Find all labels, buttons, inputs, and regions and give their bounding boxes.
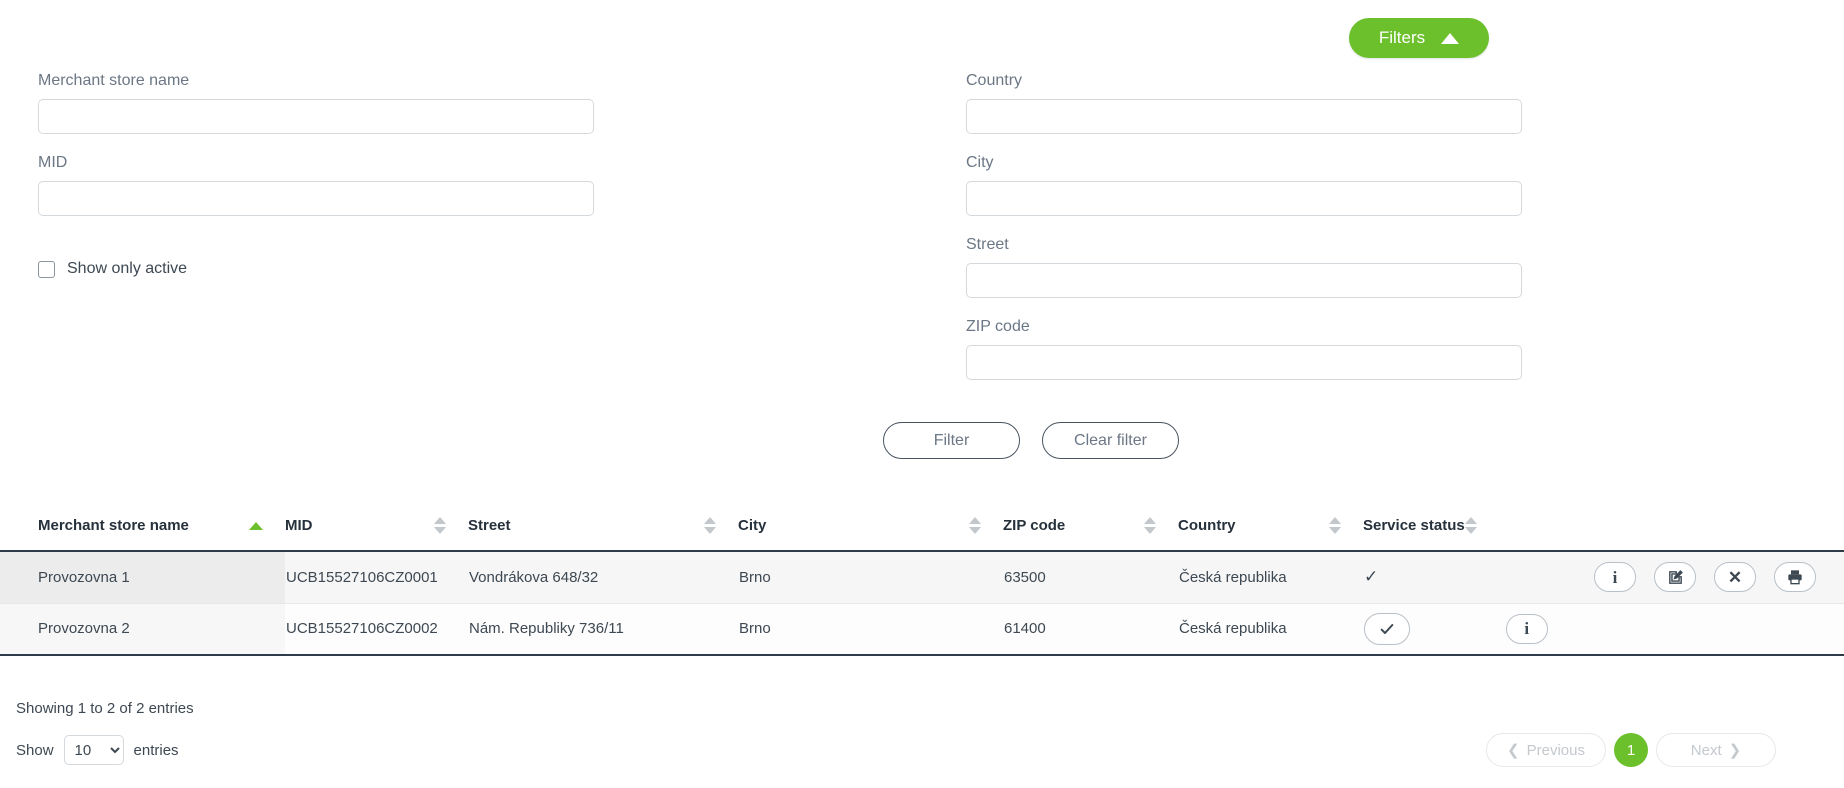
- cell-service-status: ✓: [1363, 551, 1499, 604]
- country-input[interactable]: [966, 99, 1522, 134]
- info-button[interactable]: i: [1594, 562, 1636, 593]
- sort-ascending-icon: [249, 521, 263, 530]
- column-label: City: [738, 517, 767, 534]
- cell-service-status: [1363, 603, 1499, 656]
- column-header-mid[interactable]: MID: [285, 505, 468, 552]
- column-header-service-status[interactable]: Service status: [1363, 505, 1499, 552]
- sort-none-icon: [1329, 517, 1341, 534]
- column-header-street[interactable]: Street: [468, 505, 738, 552]
- label-country: Country: [966, 72, 1023, 89]
- chevron-left-icon: ❮: [1507, 742, 1520, 759]
- label-street: Street: [966, 236, 1009, 253]
- info-icon: i: [1524, 619, 1530, 639]
- label-city: City: [966, 154, 994, 171]
- column-label: Country: [1178, 517, 1236, 534]
- cell-country: Česká republika: [1178, 551, 1363, 604]
- service-status-toggle-button[interactable]: [1364, 612, 1410, 645]
- cell-zip-code: 63500: [1003, 551, 1178, 604]
- label-zip-code: ZIP code: [966, 318, 1030, 335]
- row-action-buttons: i: [1500, 613, 1816, 644]
- merchant-stores-table: Merchant store name MID Street City ZIP …: [0, 505, 1844, 656]
- table-body: Provozovna 1 UCB15527106CZ0001 Vondrákov…: [0, 551, 1844, 656]
- cell-mid: UCB15527106CZ0001: [285, 551, 468, 604]
- chevron-right-icon: ❯: [1728, 742, 1742, 759]
- cell-street: Nám. Republiky 736/11: [468, 603, 738, 656]
- cell-merchant-store-name: Provozovna 2: [0, 603, 285, 656]
- street-input[interactable]: [966, 263, 1522, 298]
- sort-none-icon: [969, 517, 981, 534]
- cell-city: Brno: [738, 551, 1003, 604]
- sort-none-icon: [1144, 517, 1156, 534]
- entries-label: entries: [133, 741, 179, 759]
- next-label: Next: [1690, 741, 1722, 759]
- next-page-button[interactable]: Next ❯: [1656, 733, 1776, 767]
- city-input[interactable]: [966, 181, 1522, 216]
- column-header-zip-code[interactable]: ZIP code: [1003, 505, 1178, 552]
- delete-button[interactable]: ✕: [1714, 562, 1756, 593]
- field-street: Street: [966, 236, 1844, 298]
- cell-zip-code: 61400: [1003, 603, 1178, 656]
- column-header-country[interactable]: Country: [1178, 505, 1363, 552]
- cell-actions: i: [1498, 603, 1844, 656]
- field-zip-code: ZIP code: [966, 318, 1844, 380]
- showing-entries-text: Showing 1 to 2 of 2 entries: [16, 700, 194, 717]
- zip-code-input[interactable]: [966, 345, 1522, 380]
- sort-none-icon: [704, 517, 716, 534]
- filters-toggle-button[interactable]: Filters: [1349, 18, 1489, 58]
- info-icon: i: [1612, 567, 1618, 587]
- cell-actions: i ✕: [1498, 551, 1844, 604]
- sort-none-icon: [1464, 517, 1477, 534]
- footer-controls: Show 10 25 50 100 entries ❮ Previous 1 N…: [0, 733, 1844, 767]
- cell-city: Brno: [738, 603, 1003, 656]
- delete-icon: ✕: [1727, 567, 1743, 587]
- page-length-control: Show 10 25 50 100 entries: [16, 735, 179, 765]
- table-head: Merchant store name MID Street City ZIP …: [0, 505, 1844, 552]
- previous-label: Previous: [1526, 741, 1585, 759]
- column-header-merchant-store-name[interactable]: Merchant store name: [0, 505, 285, 552]
- column-header-city[interactable]: City: [738, 505, 1003, 552]
- cell-country: Česká republika: [1178, 603, 1363, 656]
- column-label: Service status: [1363, 517, 1465, 534]
- table-footer: Showing 1 to 2 of 2 entries Show 10 25 5…: [0, 700, 1844, 767]
- table-row: Provozovna 2 UCB15527106CZ0002 Nám. Repu…: [0, 603, 1844, 656]
- edit-button[interactable]: [1654, 562, 1696, 593]
- column-label: Merchant store name: [38, 517, 189, 534]
- clear-filter-button[interactable]: Clear filter: [1042, 422, 1179, 459]
- cell-street: Vondrákova 648/32: [468, 551, 738, 604]
- filters-button-label: Filters: [1378, 28, 1426, 47]
- column-label: Street: [468, 517, 511, 534]
- filter-submit-button[interactable]: Filter: [883, 422, 1020, 459]
- edit-icon: [1668, 569, 1683, 584]
- column-label: ZIP code: [1003, 517, 1066, 534]
- column-label: MID: [285, 517, 313, 534]
- sort-none-icon: [434, 517, 446, 534]
- merchant-stores-table-wrapper: Merchant store name MID Street City ZIP …: [0, 505, 1844, 656]
- show-label: Show: [16, 741, 54, 759]
- print-button[interactable]: [1774, 562, 1816, 593]
- check-icon: [1380, 623, 1394, 634]
- filters-toolbar: Filters: [0, 18, 1844, 58]
- page-length-select[interactable]: 10 25 50 100: [63, 735, 124, 765]
- table-header-row: Merchant store name MID Street City ZIP …: [0, 505, 1844, 552]
- pagination: ❮ Previous 1 Next ❯: [1486, 733, 1828, 767]
- page-1-button[interactable]: 1: [1614, 733, 1648, 767]
- column-header-actions: [1498, 505, 1844, 552]
- row-action-buttons: i ✕: [1500, 562, 1816, 593]
- cell-merchant-store-name: Provozovna 1: [0, 551, 285, 604]
- cell-mid: UCB15527106CZ0002: [285, 603, 468, 656]
- table-row: Provozovna 1 UCB15527106CZ0001 Vondrákov…: [0, 551, 1844, 604]
- previous-page-button[interactable]: ❮ Previous: [1486, 733, 1606, 767]
- filter-form-right-column: Country City Street ZIP code: [0, 72, 1844, 400]
- info-button[interactable]: i: [1505, 613, 1548, 644]
- filter-action-buttons: Filter Clear filter: [0, 422, 1844, 459]
- field-city: City: [966, 154, 1844, 216]
- merchant-stores-page: Filters Merchant store name MID Show onl…: [0, 0, 1844, 788]
- field-country: Country: [966, 72, 1844, 134]
- service-active-check-icon: ✓: [1364, 567, 1379, 587]
- chevron-up-icon: [1441, 32, 1460, 44]
- print-icon: [1788, 570, 1802, 585]
